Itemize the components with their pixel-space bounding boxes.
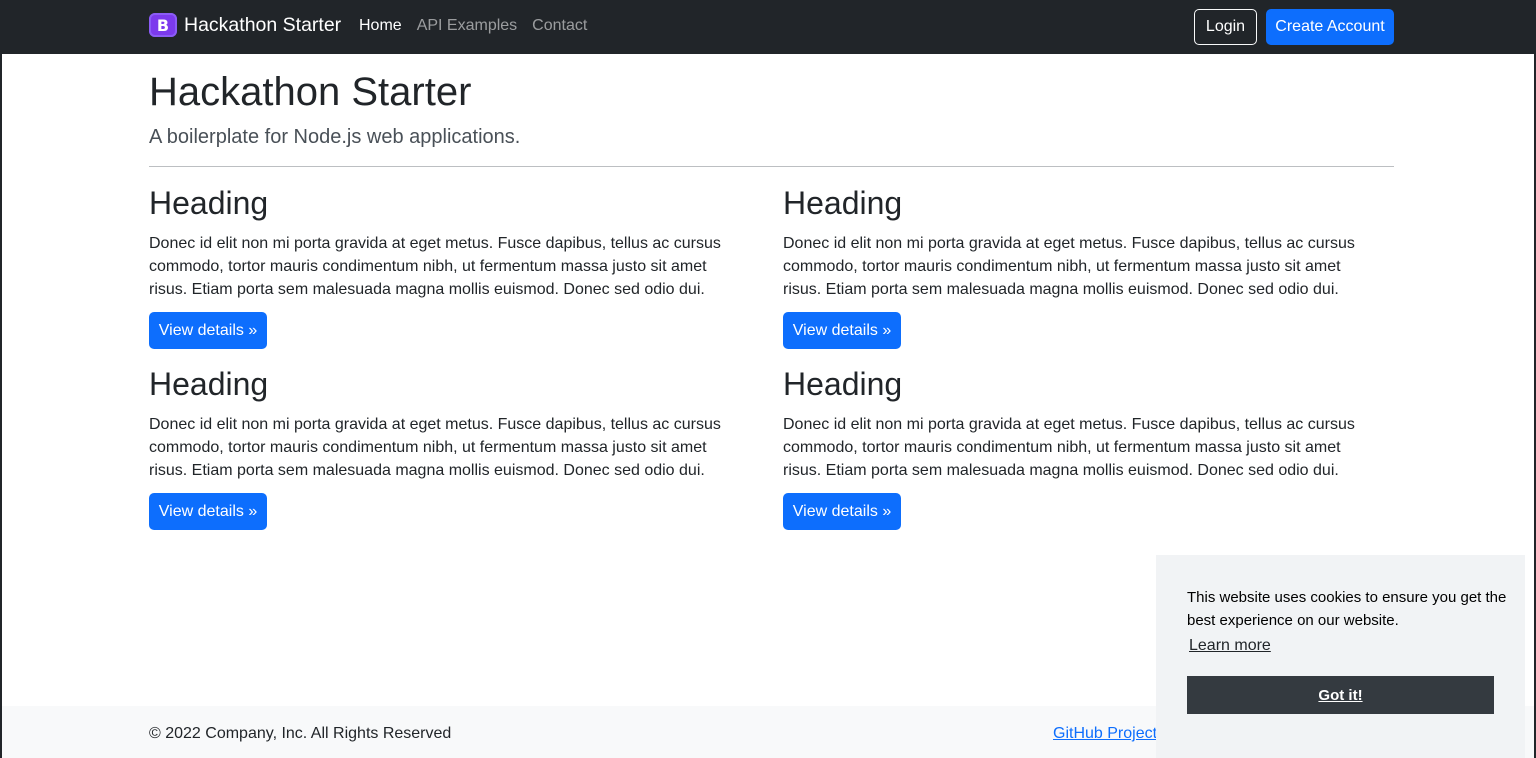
feature-card: Heading Donec id elit non mi porta gravi… bbox=[783, 184, 1383, 349]
learn-more-link[interactable]: Learn more bbox=[1189, 637, 1271, 655]
brand-name: Hackathon Starter bbox=[184, 13, 342, 36]
card-body: Donec id elit non mi porta gravida at eg… bbox=[149, 235, 721, 298]
nav-link-home[interactable]: Home bbox=[359, 17, 402, 35]
copyright-text: © 2022 Company, Inc. All Rights Reserved bbox=[149, 725, 452, 742]
view-details-button[interactable]: View details » bbox=[149, 493, 267, 530]
nav-links: Home API Examples Contact bbox=[359, 17, 602, 35]
nav-link-contact[interactable]: Contact bbox=[532, 17, 587, 35]
cookie-banner: This website uses cookies to ensure you … bbox=[1156, 555, 1525, 758]
card-heading: Heading bbox=[783, 366, 903, 402]
feature-card: Heading Donec id elit non mi porta gravi… bbox=[149, 365, 749, 530]
github-project-link[interactable]: GitHub Project bbox=[1053, 725, 1157, 743]
view-details-button[interactable]: View details » bbox=[783, 493, 901, 530]
view-details-button[interactable]: View details » bbox=[783, 312, 901, 349]
cookie-accept-button[interactable]: Got it! bbox=[1187, 676, 1494, 714]
create-account-button[interactable]: Create Account bbox=[1266, 9, 1394, 45]
card-heading: Heading bbox=[783, 185, 903, 221]
card-body: Donec id elit non mi porta gravida at eg… bbox=[783, 235, 1355, 298]
divider bbox=[149, 166, 1394, 167]
view-details-button[interactable]: View details » bbox=[149, 312, 267, 349]
login-button[interactable]: Login bbox=[1194, 9, 1257, 45]
card-heading: Heading bbox=[149, 185, 269, 221]
card-body: Donec id elit non mi porta gravida at eg… bbox=[149, 416, 721, 479]
page-title: Hackathon Starter bbox=[149, 70, 472, 114]
feature-card: Heading Donec id elit non mi porta gravi… bbox=[783, 365, 1383, 530]
card-heading: Heading bbox=[149, 366, 269, 402]
navbar: B Hackathon Starter Home API Examples Co… bbox=[2, 0, 1534, 54]
brand-link[interactable]: B Hackathon Starter bbox=[149, 13, 341, 37]
page: B Hackathon Starter Home API Examples Co… bbox=[0, 0, 1536, 758]
nav-link-api-examples[interactable]: API Examples bbox=[417, 17, 517, 35]
feature-card: Heading Donec id elit non mi porta gravi… bbox=[149, 184, 749, 349]
cookie-message: This website uses cookies to ensure you … bbox=[1187, 589, 1507, 629]
bootstrap-logo-icon: B bbox=[149, 13, 177, 37]
page-lead: A boilerplate for Node.js web applicatio… bbox=[149, 126, 521, 148]
card-body: Donec id elit non mi porta gravida at eg… bbox=[783, 416, 1355, 479]
